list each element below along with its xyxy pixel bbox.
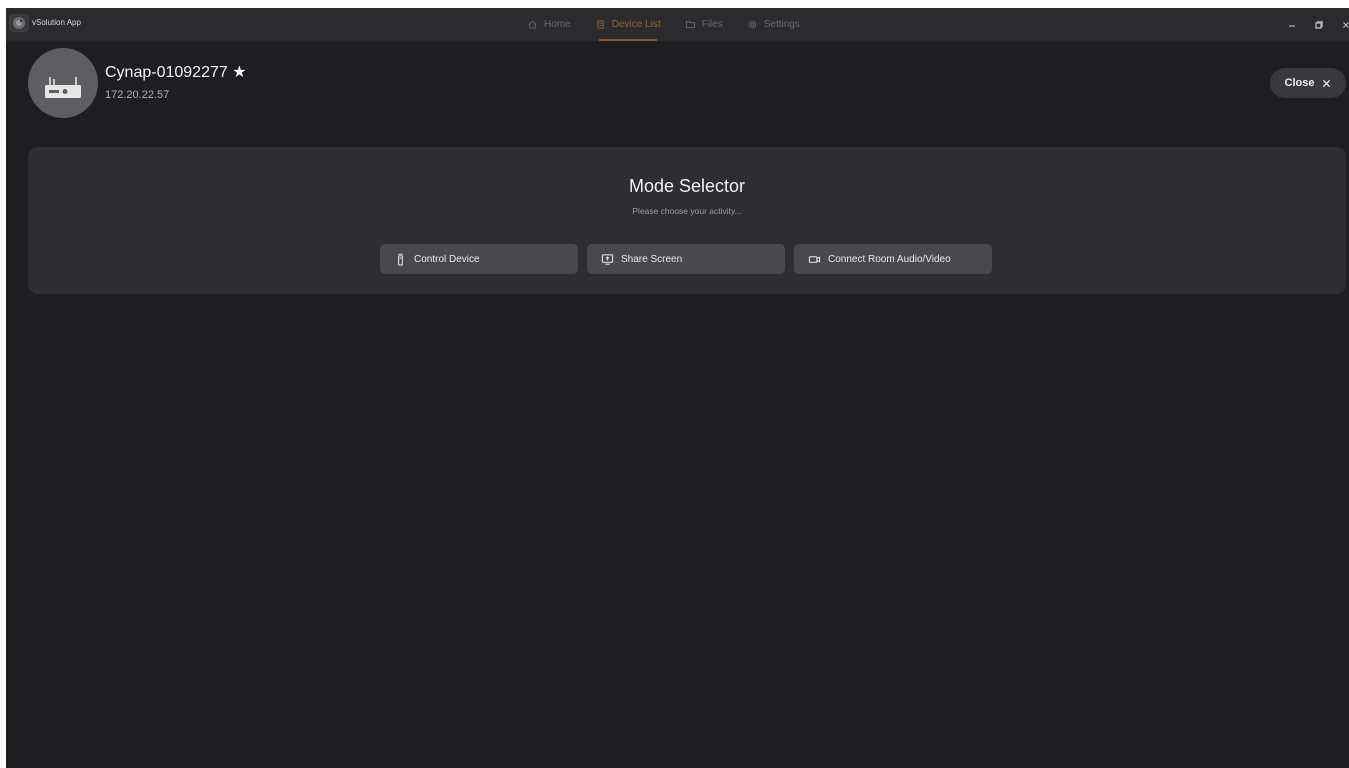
- share-screen-icon: [601, 253, 614, 265]
- connect-room-av-label: Connect Room Audio/Video: [828, 253, 951, 265]
- window-close-button[interactable]: [1332, 8, 1349, 41]
- nav-settings[interactable]: Settings: [747, 8, 800, 41]
- app-window: vSolution App Home Device List Files Set…: [6, 8, 1349, 768]
- device-ip-address: 172.20.22.57: [105, 89, 170, 101]
- device-name: Cynap-01092277 ★: [105, 64, 247, 81]
- title-bar: vSolution App Home Device List Files Set…: [6, 8, 1349, 42]
- nav-home-label: Home: [544, 19, 571, 30]
- remote-icon: [397, 252, 404, 266]
- close-button-label: Close: [1284, 77, 1315, 89]
- top-navigation: Home Device List Files Settings: [527, 8, 800, 41]
- video-camera-icon: [808, 255, 821, 263]
- restore-icon: [1315, 20, 1323, 29]
- control-device-label: Control Device: [414, 253, 480, 265]
- share-screen-label: Share Screen: [621, 253, 683, 265]
- nav-settings-label: Settings: [763, 19, 800, 30]
- nav-home[interactable]: Home: [527, 8, 571, 41]
- app-logo: [9, 14, 29, 32]
- device-list-icon: [596, 20, 604, 29]
- nav-device-list[interactable]: Device List: [595, 8, 661, 41]
- minimize-button[interactable]: [1278, 8, 1306, 41]
- nav-device-list-label: Device List: [611, 19, 661, 30]
- gear-icon: [748, 20, 756, 29]
- minimize-icon: [1289, 25, 1295, 26]
- share-screen-button[interactable]: Share Screen: [587, 244, 785, 274]
- close-icon: [1343, 21, 1349, 28]
- control-device-button[interactable]: Control Device: [380, 244, 578, 274]
- restore-button[interactable]: [1305, 8, 1333, 41]
- nav-files[interactable]: Files: [685, 8, 723, 41]
- connect-room-av-button[interactable]: Connect Room Audio/Video: [794, 244, 992, 274]
- app-title: vSolution App: [32, 18, 81, 27]
- nav-files-label: Files: [701, 19, 723, 30]
- home-icon: [528, 20, 537, 29]
- device-icon: [45, 77, 81, 98]
- mode-selector-panel: Mode Selector Please choose your activit…: [28, 147, 1346, 294]
- mode-selector-title: Mode Selector: [628, 176, 746, 196]
- close-icon: [1323, 79, 1331, 87]
- mode-selector-subtitle: Please choose your activity...: [632, 206, 742, 216]
- device-avatar: [28, 48, 98, 118]
- folder-icon: [685, 21, 695, 29]
- close-button[interactable]: Close: [1270, 68, 1346, 98]
